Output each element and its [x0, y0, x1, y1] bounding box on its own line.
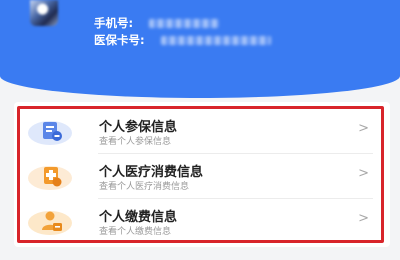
menu-item-subtitle: 查看个人缴费信息: [99, 227, 172, 237]
chevron-right-icon: >: [358, 166, 369, 181]
menu-item-title: 个人参保信息: [99, 120, 178, 135]
phone-label: 手机号:: [94, 16, 134, 30]
menu-item-subtitle: 查看个人参保信息: [99, 137, 172, 147]
menu-item-medical-expense[interactable]: 个人医疗消费信息 查看个人医疗消费信息 >: [20, 154, 381, 199]
card-row: 医保卡号:: [94, 32, 271, 48]
menu-item-payment-info[interactable]: 个人缴费信息 查看个人缴费信息 >: [20, 199, 381, 244]
menu-item-subtitle: 查看个人医疗消费信息: [99, 182, 190, 192]
menu-item-insurance-info[interactable]: 个人参保信息 查看个人参保信息 >: [20, 109, 381, 154]
insurance-document-icon: [43, 122, 62, 141]
menu-item-title: 个人医疗消费信息: [99, 165, 204, 180]
card-number-label: 医保卡号:: [94, 33, 145, 47]
payment-person-icon: [42, 211, 62, 231]
menu-item-title: 个人缴费信息: [99, 210, 178, 225]
medical-expense-icon: [44, 167, 62, 187]
avatar: [30, 0, 58, 26]
chevron-right-icon: >: [358, 121, 369, 136]
profile-header: 手机号: 医保卡号:: [0, 0, 400, 98]
chevron-right-icon: >: [358, 211, 369, 226]
phone-value-masked: [149, 18, 220, 28]
card-number-masked: [160, 35, 271, 45]
phone-row: 手机号:: [94, 15, 220, 31]
